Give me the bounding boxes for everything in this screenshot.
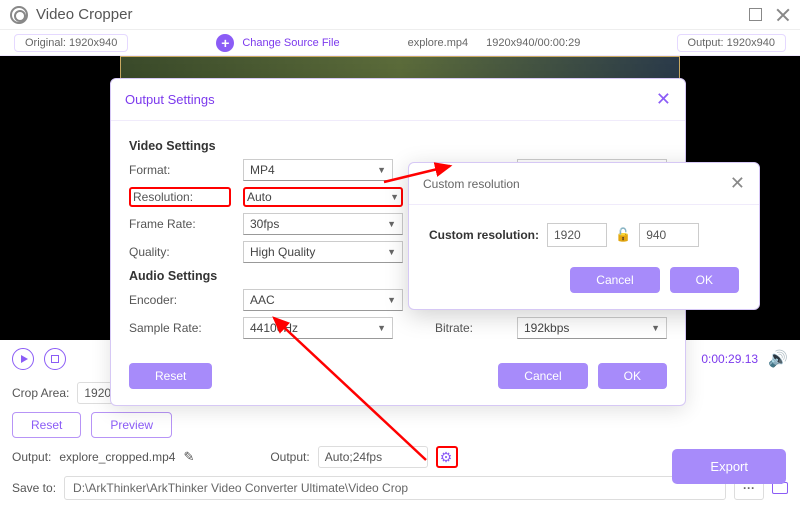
filename-label: explore.mp4 bbox=[408, 37, 469, 49]
output-mode-value: Auto;24fps bbox=[318, 446, 428, 468]
chevron-down-icon: ▼ bbox=[387, 219, 396, 229]
gear-icon[interactable]: ⚙ bbox=[440, 450, 454, 464]
chevron-down-icon: ▼ bbox=[377, 165, 386, 175]
video-settings-heading: Video Settings bbox=[129, 139, 667, 153]
custom-res-close-icon[interactable]: ✕ bbox=[730, 173, 745, 194]
chevron-down-icon: ▼ bbox=[387, 295, 396, 305]
maximize-icon[interactable] bbox=[749, 8, 762, 21]
format-select[interactable]: MP4▼ bbox=[243, 159, 393, 181]
settings-gear-highlight: ⚙ bbox=[436, 446, 458, 468]
chevron-down-icon: ▼ bbox=[390, 192, 399, 202]
unlock-icon[interactable]: 🔓 bbox=[615, 227, 631, 243]
app-title: Video Cropper bbox=[36, 6, 132, 23]
custom-res-title: Custom resolution bbox=[423, 177, 520, 191]
encoder-a-select[interactable]: AAC▼ bbox=[243, 289, 403, 311]
change-source-link[interactable]: Change Source File bbox=[242, 37, 339, 49]
timecode: 0:00:29.13 bbox=[701, 352, 758, 366]
play-icon bbox=[21, 355, 28, 363]
dialog-close-icon[interactable]: ✕ bbox=[656, 89, 671, 110]
preview-button[interactable]: Preview bbox=[91, 412, 172, 438]
quality-label: Quality: bbox=[129, 245, 231, 259]
output-mode-label: Output: bbox=[270, 450, 309, 464]
output-dimensions: Output: 1920x940 bbox=[677, 34, 786, 52]
encoder-a-label: Encoder: bbox=[129, 293, 231, 307]
chevron-down-icon: ▼ bbox=[651, 323, 660, 333]
stop-button[interactable] bbox=[44, 348, 66, 370]
play-button[interactable] bbox=[12, 348, 34, 370]
chevron-down-icon: ▼ bbox=[377, 323, 386, 333]
output-file-label: Output: bbox=[12, 450, 51, 464]
chevron-down-icon: ▼ bbox=[387, 247, 396, 257]
bitrate-select[interactable]: 192kbps▼ bbox=[517, 317, 667, 339]
bitrate-label: Bitrate: bbox=[435, 321, 505, 335]
samplerate-select[interactable]: 44100Hz▼ bbox=[243, 317, 393, 339]
volume-icon[interactable]: 🔊 bbox=[768, 349, 788, 369]
custom-res-height-input[interactable] bbox=[639, 223, 699, 247]
app-logo-icon bbox=[10, 6, 28, 24]
dialog-reset-button[interactable]: Reset bbox=[129, 363, 212, 389]
dialog-cancel-button[interactable]: Cancel bbox=[498, 363, 587, 389]
quality-select[interactable]: High Quality▼ bbox=[243, 241, 403, 263]
framerate-select[interactable]: 30fps▼ bbox=[243, 213, 403, 235]
custom-res-width-input[interactable] bbox=[547, 223, 607, 247]
save-path-input[interactable]: D:\ArkThinker\ArkThinker Video Converter… bbox=[64, 476, 726, 500]
dims-time-label: 1920x940/00:00:29 bbox=[486, 37, 580, 49]
custom-res-label: Custom resolution: bbox=[429, 228, 539, 242]
crop-area-label: Crop Area: bbox=[12, 386, 69, 400]
custom-res-ok-button[interactable]: OK bbox=[670, 267, 739, 293]
format-label: Format: bbox=[129, 163, 231, 177]
save-to-label: Save to: bbox=[12, 481, 56, 495]
custom-res-cancel-button[interactable]: Cancel bbox=[570, 267, 659, 293]
edit-filename-icon[interactable]: ✎ bbox=[183, 449, 194, 465]
stop-icon bbox=[51, 355, 59, 363]
reset-button[interactable]: Reset bbox=[12, 412, 81, 438]
samplerate-label: Sample Rate: bbox=[129, 321, 231, 335]
plus-icon[interactable]: + bbox=[216, 34, 234, 52]
output-file-value: explore_cropped.mp4 bbox=[59, 450, 175, 464]
resolution-select[interactable]: Auto▼ bbox=[243, 187, 403, 207]
dialog-title: Output Settings bbox=[125, 92, 215, 107]
export-button[interactable]: Export bbox=[672, 449, 786, 484]
dialog-ok-button[interactable]: OK bbox=[598, 363, 667, 389]
custom-resolution-dialog: Custom resolution ✕ Custom resolution: 🔓… bbox=[408, 162, 760, 310]
close-icon[interactable] bbox=[776, 8, 790, 22]
framerate-label: Frame Rate: bbox=[129, 217, 231, 231]
resolution-label-highlight: Resolution: bbox=[129, 187, 231, 207]
original-dimensions: Original: 1920x940 bbox=[14, 34, 128, 52]
